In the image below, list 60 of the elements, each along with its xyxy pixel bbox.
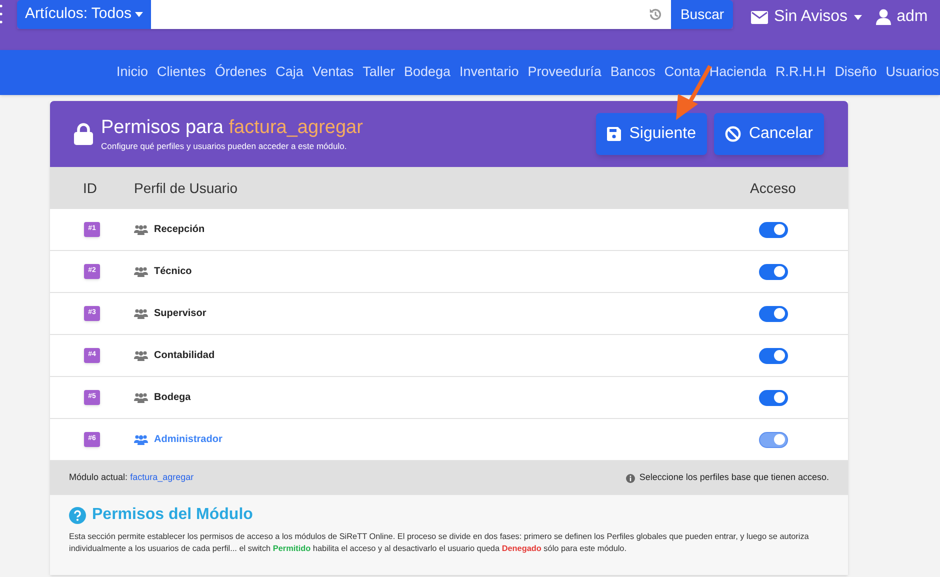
caret-icon — [135, 12, 144, 17]
cancel-button[interactable]: Cancelar — [714, 113, 824, 155]
access-toggle[interactable] — [758, 348, 788, 364]
profile-name: Contabilidad — [154, 349, 215, 363]
user-menu[interactable]: adm — [876, 5, 928, 29]
nav-link[interactable]: Bancos — [610, 62, 656, 83]
users-icon — [134, 266, 148, 277]
nav-link[interactable]: Taller — [362, 62, 395, 83]
users-icon — [134, 224, 148, 235]
ban-icon — [724, 126, 741, 142]
access-toggle[interactable] — [758, 264, 788, 280]
save-icon — [607, 127, 622, 141]
history-icon[interactable] — [648, 7, 664, 22]
users-icon — [134, 392, 148, 403]
search-field[interactable] — [151, 0, 672, 29]
nav-link[interactable]: R.R.H.H — [775, 62, 826, 83]
search-button[interactable]: Buscar — [671, 0, 734, 29]
profile-name: Administrador — [154, 433, 222, 447]
nav-link[interactable]: Proveeduría — [528, 62, 602, 83]
card-subtitle: Configure qué perfiles y usuarios pueden acceder a este módulo. — [101, 140, 348, 152]
users-icon — [134, 350, 148, 361]
access-toggle[interactable] — [758, 222, 788, 238]
notifications-menu[interactable]: Sin Avisos — [751, 5, 862, 29]
column-header: Perfil de Usuario — [133, 178, 238, 198]
profile-name: Supervisor — [154, 307, 206, 321]
users-icon — [134, 434, 148, 445]
profile-name: Recepción — [154, 223, 205, 237]
nav-link[interactable]: Inicio — [116, 62, 148, 83]
nav-link[interactable]: Clientes — [157, 62, 206, 83]
category-dropdown[interactable]: Artículos: Todos — [17, 0, 152, 29]
more-icon[interactable] — [0, 3, 4, 25]
current-module: Módulo actual: factura_agregar — [69, 471, 194, 484]
help-title: Permisos del Módulo — [92, 505, 253, 525]
profile-name: Bodega — [154, 391, 191, 405]
column-header: ID — [82, 178, 98, 198]
profile-name: Técnico — [154, 265, 192, 279]
nav-link[interactable]: Inventario — [459, 62, 519, 83]
access-toggle[interactable] — [758, 432, 788, 448]
help-icon — [69, 506, 86, 524]
access-toggle[interactable] — [758, 390, 788, 406]
card-title: Permisos para factura_agregar — [101, 116, 364, 140]
nav-link[interactable]: Hacienda — [709, 62, 766, 83]
user-icon — [876, 9, 891, 25]
nav-link[interactable]: Caja — [276, 62, 304, 83]
help-paragraph: Esta sección permite establecer los permisos de acceso a los módulos de SiReTT Online. El proceso se divide en dos fases: primero se definen los Perfiles globales que pueden entrar, y luego se autoriza individualmente a los usuarios de cada perfil... el switch Permitido habilita el acceso y al desactivarlo el usuario queda Denegado sólo para este módulo. — [69, 531, 810, 555]
access-toggle[interactable] — [758, 306, 788, 322]
column-header: Acceso — [749, 178, 797, 198]
users-icon — [134, 308, 148, 319]
caret-icon — [854, 14, 862, 20]
nav-link[interactable]: Usuarios — [886, 62, 939, 83]
footer-hint: Seleccione los perfiles base que tienen acceso. — [639, 471, 829, 484]
nav-link[interactable]: Ventas — [312, 62, 354, 83]
nav-link[interactable]: Diseño — [834, 62, 877, 83]
envelope-icon — [751, 10, 768, 24]
info-icon — [626, 474, 636, 482]
nav-link[interactable]: Bodega — [404, 62, 450, 83]
nav-link[interactable]: Órdenes — [214, 62, 267, 83]
lock-icon — [74, 123, 93, 145]
next-button[interactable]: Siguiente — [596, 113, 707, 155]
nav-link[interactable]: Conta — [664, 62, 700, 83]
